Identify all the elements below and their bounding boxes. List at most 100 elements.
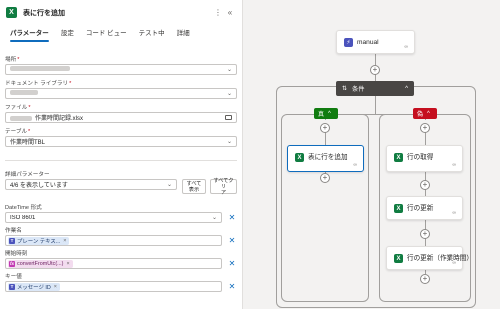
action-card-update-row-worktime[interactable]: X 行の更新（作業時間） ∞ <box>386 246 473 270</box>
datetime-format-label: DateTime 形式 <box>5 205 42 211</box>
collapse-icon[interactable]: ^ <box>427 111 430 117</box>
condition-label: 条件 <box>352 86 365 93</box>
chevron-down-icon: ⌄ <box>166 182 172 188</box>
tab-testing[interactable]: テスト中 <box>133 25 171 43</box>
advanced-parameters-label: 詳細パラメーター <box>5 172 50 178</box>
file-field: ファイル* 作業時間記録.xlsx <box>5 104 237 123</box>
excel-icon: X <box>394 204 403 213</box>
chip-remove-icon[interactable]: × <box>63 238 66 244</box>
chip-remove-icon[interactable]: × <box>54 284 57 290</box>
advanced-parameters-field: 詳細パラメーター <box>5 171 237 179</box>
library-select[interactable]: ⌄ <box>5 88 237 99</box>
chevron-down-icon: ⌄ <box>226 91 232 97</box>
datetime-format-select[interactable]: ISO 8601 ⌄ <box>5 212 222 223</box>
add-step-button[interactable]: + <box>370 65 380 75</box>
expression-chip[interactable]: fx convertFromUtc(...) × <box>8 259 73 268</box>
add-step-button[interactable]: + <box>420 274 430 284</box>
add-step-button[interactable]: + <box>420 229 430 239</box>
datetime-format-field: DateTime 形式 ISO 8601 ⌄ ✕ <box>5 204 237 223</box>
remove-parameter-icon[interactable]: ✕ <box>227 281 237 292</box>
divider <box>5 160 237 161</box>
excel-icon: X <box>394 153 403 162</box>
no-label: 偽 <box>417 112 424 118</box>
remove-parameter-icon[interactable]: ✕ <box>227 235 237 246</box>
chevron-down-icon: ⌄ <box>211 215 217 221</box>
work-name-field: 作業名 T プレーン テキス... × ✕ <box>5 227 237 246</box>
work-name-label: 作業名 <box>5 228 22 234</box>
panel-title: 表に行を追加 <box>23 9 65 17</box>
yes-branch-header[interactable]: 真 ^ <box>314 108 338 119</box>
required-mark: * <box>69 81 72 87</box>
datetime-format-value: ISO 8601 <box>10 214 36 221</box>
trigger-card-manual[interactable]: ⚡ manual ∞ <box>336 30 415 54</box>
library-field: ドキュメント ライブラリ* ⌄ <box>5 80 237 99</box>
tab-code-view[interactable]: コード ビュー <box>80 25 133 43</box>
collapse-icon[interactable]: ^ <box>328 111 331 117</box>
action-card-get-row[interactable]: X 行の取得 ∞ <box>386 145 463 172</box>
action-label: 行の取得 <box>407 154 434 161</box>
condition-header[interactable]: ⇅ 条件 ^ <box>336 81 414 96</box>
link-icon: ∞ <box>452 260 456 266</box>
clear-all-button[interactable]: すべてクリ ア <box>210 178 237 196</box>
action-label: 行の更新（作業時間） <box>407 255 473 262</box>
panel-header: X 表に行を追加 ⋮ « <box>0 0 242 25</box>
yes-label: 真 <box>318 112 325 118</box>
show-all-button[interactable]: すべて 表示 <box>182 179 206 194</box>
advanced-parameters-row: 4/6 を表示しています ⌄ すべて 表示 すべてクリ ア <box>5 178 237 196</box>
redacted-value <box>10 90 38 96</box>
link-icon: ∞ <box>452 210 456 216</box>
panel-tabs: パラメーター 設定 コード ビュー テスト中 詳細 <box>0 25 242 43</box>
file-label: ファイル <box>5 105 28 111</box>
table-label: テーブル <box>5 129 28 135</box>
collapse-icon[interactable]: ^ <box>405 85 408 92</box>
chip-remove-icon[interactable]: × <box>66 261 69 267</box>
key-value-label: キー値 <box>5 274 22 280</box>
action-label: 表に行を追加 <box>308 154 348 161</box>
yes-branch <box>281 114 369 302</box>
excel-icon: X <box>394 254 403 263</box>
location-select[interactable]: ⌄ <box>5 64 237 75</box>
tab-settings[interactable]: 設定 <box>55 25 80 43</box>
remove-parameter-icon[interactable]: ✕ <box>227 212 237 223</box>
function-icon: fx <box>9 260 15 267</box>
more-options-icon[interactable]: ⋮ <box>212 8 224 17</box>
manual-trigger-icon: ⚡ <box>344 38 353 47</box>
work-name-input[interactable]: T プレーン テキス... × <box>5 235 222 246</box>
tab-parameters[interactable]: パラメーター <box>4 25 55 43</box>
add-step-button[interactable]: + <box>320 123 330 133</box>
key-value-field: キー値 T メッセージ ID × ✕ <box>5 273 237 292</box>
start-time-input[interactable]: fx convertFromUtc(...) × <box>5 258 222 269</box>
trigger-label: manual <box>357 39 379 46</box>
table-field: テーブル* 作業時間TBL ⌄ <box>5 128 237 147</box>
table-value: 作業時間TBL <box>10 140 46 146</box>
redacted-value <box>10 115 32 121</box>
add-step-button[interactable]: + <box>320 173 330 183</box>
add-step-button[interactable]: + <box>420 180 430 190</box>
chevron-down-icon: ⌄ <box>226 139 232 145</box>
add-step-button[interactable]: + <box>420 123 430 133</box>
tab-details[interactable]: 詳細 <box>171 25 196 43</box>
action-card-add-row[interactable]: X 表に行を追加 ∞ <box>287 145 364 172</box>
action-label: 行の更新 <box>407 205 434 212</box>
excel-icon: X <box>6 7 17 18</box>
table-select[interactable]: 作業時間TBL ⌄ <box>5 136 237 147</box>
file-input[interactable]: 作業時間記録.xlsx <box>5 112 237 123</box>
location-field: 場所* ⌄ <box>5 56 237 75</box>
excel-icon: X <box>295 153 304 162</box>
location-label: 場所 <box>5 57 17 63</box>
advanced-parameters-value: 4/6 を表示しています <box>10 183 68 189</box>
key-value-input[interactable]: T メッセージ ID × <box>5 281 222 292</box>
token-chip[interactable]: T プレーン テキス... × <box>8 236 70 245</box>
required-mark: * <box>17 57 20 63</box>
start-time-label: 開始時刻 <box>5 251 28 257</box>
collapse-panel-icon[interactable]: « <box>224 8 236 17</box>
action-card-update-row[interactable]: X 行の更新 ∞ <box>386 196 463 220</box>
advanced-parameters-select[interactable]: 4/6 を表示しています ⌄ <box>5 179 177 190</box>
remove-parameter-icon[interactable]: ✕ <box>227 258 237 269</box>
folder-icon[interactable] <box>225 115 232 120</box>
required-mark: * <box>28 129 31 135</box>
no-branch-header[interactable]: 偽 ^ <box>413 108 437 119</box>
token-chip[interactable]: T メッセージ ID × <box>8 282 60 291</box>
required-mark: * <box>28 105 31 111</box>
start-time-field: 開始時刻 fx convertFromUtc(...) × ✕ <box>5 250 237 269</box>
